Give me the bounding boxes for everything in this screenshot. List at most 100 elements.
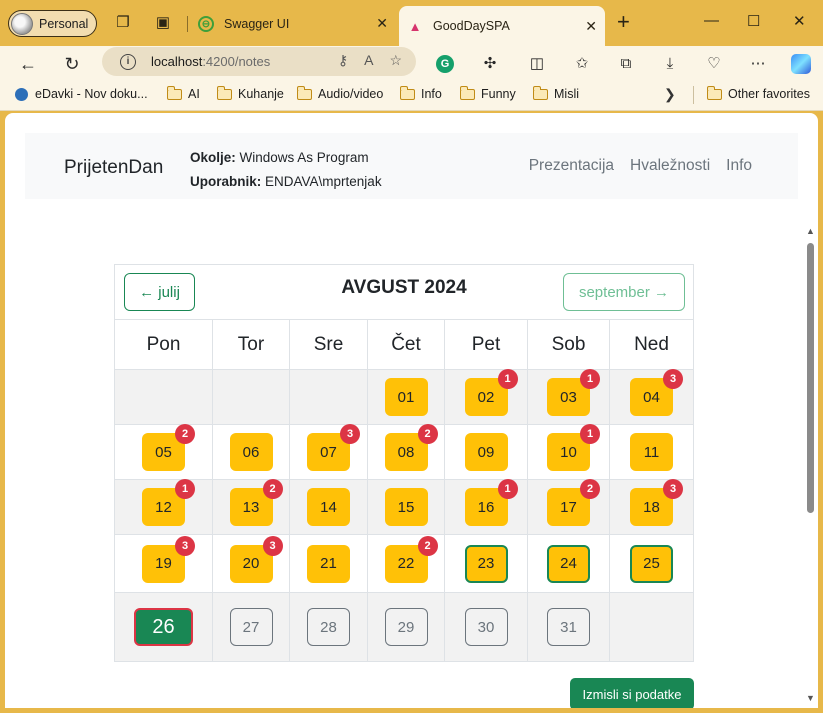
scroll-down-icon[interactable]: ▼: [806, 693, 815, 703]
calendar-cell: 27: [213, 593, 290, 661]
day-button[interactable]: 03 1: [547, 369, 600, 416]
read-aloud-icon[interactable]: A: [364, 52, 373, 69]
split-screen-icon[interactable]: ◫: [527, 54, 547, 74]
bookmark-edavki[interactable]: eDavki - Nov doku...: [15, 87, 148, 101]
back-icon[interactable]: ←: [16, 52, 40, 76]
calendar-cell: 14: [290, 480, 368, 534]
day-button[interactable]: 26: [134, 608, 193, 646]
tab-gooddayspa[interactable]: ▲ GoodDaySPA ✕: [399, 6, 605, 46]
more-menu-icon[interactable]: ⋯: [748, 54, 768, 74]
day-number: 08: [397, 443, 415, 461]
brand[interactable]: PrijetenDan: [64, 157, 163, 179]
day-button[interactable]: 30: [464, 608, 508, 646]
address-bar-row: ← ↻ i localhost:4200/notes ⚷ A ☆ G ✣ ◫ ✩…: [0, 46, 823, 80]
day-button[interactable]: 18 3: [630, 479, 683, 526]
day-button[interactable]: 15: [384, 488, 428, 526]
calendar-cell: [290, 370, 368, 424]
day-button[interactable]: 09: [464, 433, 508, 471]
scroll-thumb[interactable]: [807, 243, 814, 513]
grammarly-icon[interactable]: G: [436, 55, 454, 73]
refresh-icon[interactable]: ↻: [60, 52, 84, 76]
collections-icon[interactable]: ⧉: [616, 54, 636, 74]
close-icon[interactable]: ✕: [376, 15, 388, 32]
day-button[interactable]: 22 2: [384, 535, 438, 583]
day-button[interactable]: 25: [630, 544, 673, 583]
minimize-button[interactable]: —: [704, 12, 719, 29]
user-value: ENDAVA\mprtenjak: [265, 174, 382, 189]
close-icon[interactable]: ✕: [585, 18, 597, 35]
bookmark-ai[interactable]: AI: [166, 85, 200, 101]
browser-essentials-icon[interactable]: ♡: [704, 54, 724, 74]
bookmark-funny[interactable]: Funny: [459, 85, 516, 101]
day-number: 03: [560, 388, 577, 406]
close-window-button[interactable]: ✕: [793, 12, 806, 30]
bookmark-audio-video[interactable]: Audio/video: [296, 85, 383, 101]
chevron-right-icon[interactable]: ❯: [664, 86, 676, 103]
copilot-icon[interactable]: [791, 54, 811, 74]
scroll-up-icon[interactable]: ▲: [806, 226, 815, 236]
nav-link-info[interactable]: Info: [726, 157, 752, 175]
workspaces-icon[interactable]: ❐: [113, 13, 133, 33]
downloads-icon[interactable]: ⤓: [660, 54, 680, 74]
day-button[interactable]: 08 2: [384, 424, 438, 471]
day-button[interactable]: 07 3: [307, 424, 360, 471]
day-button[interactable]: 14: [307, 488, 350, 526]
favorites-icon[interactable]: ✩: [572, 54, 592, 74]
day-button[interactable]: 11: [630, 433, 673, 471]
note-count-badge: 3: [663, 479, 683, 499]
address-bar[interactable]: i localhost:4200/notes ⚷ A ☆: [102, 47, 416, 76]
generate-data-button[interactable]: Izmisli si podatke: [570, 678, 694, 708]
day-button[interactable]: 29: [384, 608, 428, 646]
day-button[interactable]: 06: [229, 433, 273, 471]
day-button[interactable]: 02 1: [464, 369, 518, 416]
day-number: 26: [152, 615, 175, 638]
scrollbar[interactable]: ▲ ▼: [803, 223, 817, 703]
day-number: 02: [477, 388, 495, 406]
day-button[interactable]: 21: [307, 544, 350, 583]
tab-swagger[interactable]: ⊖ Swagger UI ✕: [190, 8, 396, 40]
maximize-button[interactable]: ☐: [747, 12, 760, 30]
day-number: 13: [242, 498, 260, 516]
tab-actions-icon[interactable]: ▣: [153, 13, 173, 33]
weekday-header: Ned: [634, 333, 669, 355]
url-text[interactable]: localhost:4200/notes: [151, 54, 270, 69]
day-button[interactable]: 16 1: [464, 479, 518, 526]
day-button[interactable]: 19 3: [142, 535, 195, 583]
calendar-cell: 13 2: [213, 479, 290, 534]
bookmark-kuhanje[interactable]: Kuhanje: [216, 85, 284, 101]
note-count-badge: 1: [497, 479, 518, 499]
note-count-badge: 2: [175, 424, 195, 444]
day-button[interactable]: 12 1: [142, 479, 195, 526]
day-button[interactable]: 17 2: [547, 479, 600, 526]
day-button[interactable]: 10 1: [547, 424, 600, 471]
day-button[interactable]: 20 3: [229, 535, 283, 583]
day-button[interactable]: 27: [229, 608, 273, 646]
day-button[interactable]: 31: [547, 608, 590, 646]
profile-label: Personal: [39, 16, 89, 31]
key-icon[interactable]: ⚷: [338, 52, 348, 69]
new-tab-button[interactable]: +: [617, 11, 630, 33]
day-button[interactable]: 05 2: [142, 424, 195, 471]
day-button[interactable]: 13 2: [229, 479, 283, 526]
bookmark-misli[interactable]: Misli: [532, 85, 579, 101]
profile-button[interactable]: Personal: [8, 10, 97, 37]
favorite-star-icon[interactable]: ☆: [389, 52, 402, 69]
day-number: 20: [242, 555, 260, 572]
day-button[interactable]: 24: [547, 544, 590, 583]
day-button[interactable]: 28: [307, 608, 350, 646]
nav-link-hvaleznosti[interactable]: Hvaležnosti: [630, 157, 710, 175]
day-number: 22: [397, 555, 415, 572]
day-button[interactable]: 23: [464, 544, 508, 583]
bookmark-info[interactable]: Info: [399, 85, 442, 101]
bookmark-other-favorites[interactable]: Other favorites: [706, 85, 810, 101]
weekday-header: Pet: [445, 320, 528, 369]
nav-link-prezentacija[interactable]: Prezentacija: [529, 157, 614, 175]
next-month-button[interactable]: september →: [563, 273, 685, 311]
calendar-cell: 08 2: [368, 424, 445, 479]
day-button[interactable]: 01: [384, 378, 428, 416]
calendar-cell: 24: [528, 535, 610, 592]
site-info-icon[interactable]: i: [120, 53, 136, 70]
prev-month-button[interactable]: ← julij: [124, 273, 195, 311]
day-button[interactable]: 04 3: [630, 369, 683, 416]
extensions-icon[interactable]: ✣: [480, 54, 500, 74]
